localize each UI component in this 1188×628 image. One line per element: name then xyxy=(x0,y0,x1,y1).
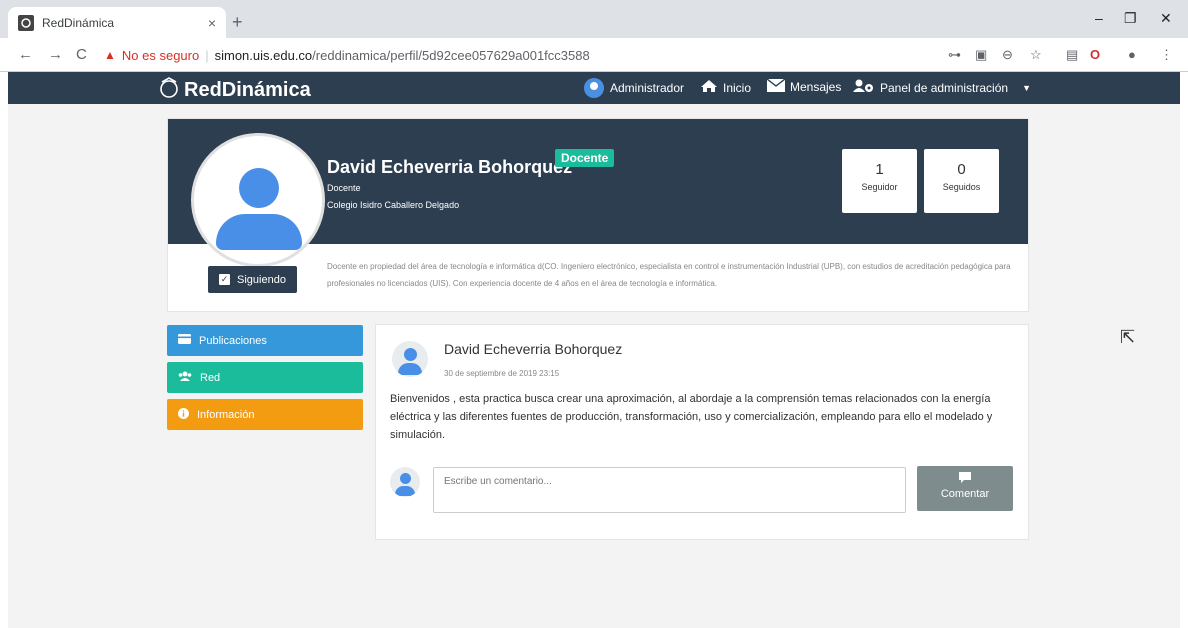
profile-role: Docente xyxy=(327,183,361,193)
info-icon xyxy=(178,407,189,422)
menu-item-label: Red xyxy=(200,371,221,384)
nav-messages[interactable]: Mensajes xyxy=(766,78,842,95)
browser-tab-bar: RedDinámica × + – ❐ ✕ xyxy=(0,0,1188,38)
warning-icon: ▲ xyxy=(104,48,116,62)
comment-button-label: Comentar xyxy=(940,488,990,500)
post-body: Bienvenidos , esta practica busca crear … xyxy=(390,393,993,441)
post-author[interactable]: David Echeverria Bohorquez xyxy=(444,341,622,357)
tab-title: RedDinámica xyxy=(42,15,115,30)
zoom-icon[interactable]: ⊖ xyxy=(1002,47,1013,63)
menu-dots-icon[interactable]: ⋮ xyxy=(1160,47,1173,63)
nav-admin-panel-label: Panel de administración xyxy=(880,80,1009,95)
post-date: 30 de septiembre de 2019 23:15 xyxy=(444,369,560,378)
post-card: David Echeverria Bohorquez 30 de septiem… xyxy=(375,324,1029,540)
caret-down-icon[interactable]: ▼ xyxy=(1022,83,1031,93)
menu-item-label: Información xyxy=(197,408,255,421)
site-favicon-icon xyxy=(18,14,34,31)
profile-school: Colegio Isidro Caballero Delgado xyxy=(327,200,460,210)
card-icon xyxy=(178,334,191,347)
menu-item-label: Publicaciones xyxy=(199,334,267,347)
nav-user-label: Administrador xyxy=(610,81,685,95)
comment-avatar xyxy=(390,467,420,497)
menu-item-informacion[interactable]: Información xyxy=(167,399,363,430)
address-bar-row: ← → C ▲ No es seguro | simon.uis.edu.co /… xyxy=(0,38,1188,72)
opera-icon[interactable]: O xyxy=(1090,47,1100,62)
key-icon[interactable]: ⊶ xyxy=(948,47,961,63)
following-button[interactable]: ✓ Siguiendo xyxy=(208,266,297,293)
bookmark-star-icon[interactable]: ☆ xyxy=(1030,47,1042,63)
url-separator: | xyxy=(205,47,209,63)
following-button-label: Siguiendo xyxy=(237,273,286,286)
following-label: Seguidos xyxy=(942,182,981,192)
profile-bio: Docente en propiedad del área de tecnolo… xyxy=(327,262,1011,288)
following-stat[interactable]: 0 Seguidos xyxy=(924,149,999,213)
restore-button[interactable]: ❐ xyxy=(1124,10,1137,27)
brand-icon xyxy=(158,76,180,104)
translate-icon[interactable]: ▣ xyxy=(975,47,987,63)
home-icon xyxy=(700,79,718,96)
new-tab-button[interactable]: + xyxy=(232,12,243,33)
nav-messages-label: Mensajes xyxy=(790,80,842,94)
comment-bubble-icon xyxy=(917,472,1013,486)
url-bar[interactable]: ▲ No es seguro | simon.uis.edu.co/reddin… xyxy=(104,43,1014,67)
nav-admin-panel[interactable]: Panel de administración ▼ xyxy=(853,79,1031,96)
comment-input[interactable] xyxy=(433,467,906,513)
reload-icon[interactable]: C xyxy=(76,46,87,63)
insecure-label: No es seguro xyxy=(121,47,200,63)
browser-tab[interactable]: RedDinámica × xyxy=(8,7,226,38)
brand-name: RedDinámica xyxy=(184,78,311,101)
close-window-button[interactable]: ✕ xyxy=(1160,10,1172,27)
brand-logo[interactable]: RedDinámica xyxy=(158,76,311,104)
tab-close-icon[interactable]: × xyxy=(208,15,216,31)
profile-avatar-icon[interactable]: ● xyxy=(1128,47,1136,62)
minimize-button[interactable]: – xyxy=(1095,10,1103,26)
url-host: simon.uis.edu.co xyxy=(214,47,313,63)
following-count: 0 xyxy=(957,161,966,178)
mouse-cursor-icon: ⇱ xyxy=(1120,327,1136,347)
followers-count: 1 xyxy=(875,161,884,178)
profile-card: David Echeverria Bohorquez Docente Docen… xyxy=(167,118,1029,312)
followers-label: Seguidor xyxy=(861,182,898,192)
users-icon xyxy=(178,371,192,384)
menu-item-red[interactable]: Red xyxy=(167,362,363,393)
comment-button[interactable]: Comentar xyxy=(917,466,1013,511)
profile-avatar xyxy=(191,133,325,267)
menu-item-publicaciones[interactable]: Publicaciones xyxy=(167,325,363,356)
user-avatar-icon xyxy=(584,78,604,98)
profile-name: David Echeverria Bohorquez xyxy=(327,157,573,177)
envelope-icon xyxy=(766,78,786,95)
nav-home[interactable]: Inicio xyxy=(700,79,751,96)
nav-home-label: Inicio xyxy=(723,80,752,95)
users-gear-icon xyxy=(853,79,875,96)
back-arrow-icon[interactable]: ← xyxy=(18,46,33,63)
followers-stat[interactable]: 1 Seguidor xyxy=(842,149,917,213)
check-icon: ✓ xyxy=(219,274,231,285)
profile-role-badge: Docente xyxy=(555,149,615,167)
forward-arrow-icon[interactable]: → xyxy=(48,46,63,63)
url-path: /reddinamica/perfil/5d92cee057629a001fcc… xyxy=(312,47,590,63)
nav-user[interactable]: Administrador xyxy=(584,78,684,98)
post-author-avatar[interactable] xyxy=(392,341,428,377)
extension-icon[interactable]: ▤ xyxy=(1066,47,1078,63)
